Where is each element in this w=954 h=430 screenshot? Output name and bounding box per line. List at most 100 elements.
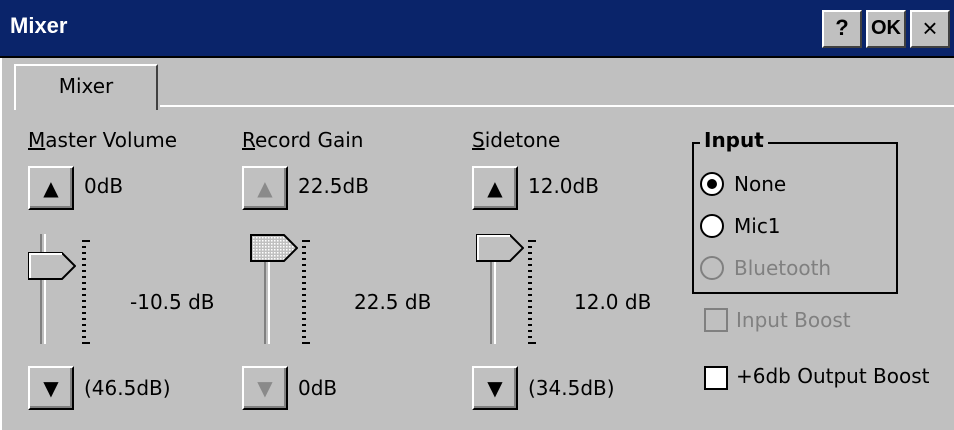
slider-tick xyxy=(528,294,532,296)
slider-tick xyxy=(302,270,306,272)
slider-tick xyxy=(302,300,306,302)
slider-tick xyxy=(528,336,532,338)
ok-button[interactable]: OK xyxy=(866,10,906,48)
slider-tick xyxy=(528,300,532,302)
triangle-up-icon: ▲ xyxy=(43,176,59,200)
slider-tick xyxy=(528,318,532,320)
radio-mic1-label: Mic1 xyxy=(734,214,781,238)
slider-tick xyxy=(82,282,86,284)
slider-tick xyxy=(82,276,86,278)
master-volume-up-button[interactable]: ▲ xyxy=(28,166,74,210)
slider-tick xyxy=(528,306,532,308)
slider-tick xyxy=(528,282,532,284)
slider-tick xyxy=(302,246,306,248)
close-button[interactable]: × xyxy=(910,10,950,48)
triangle-down-icon: ▼ xyxy=(487,376,503,400)
window-title: Mixer xyxy=(10,13,68,38)
slider-tick xyxy=(302,324,306,326)
slider-tick xyxy=(302,264,306,266)
slider-tick xyxy=(302,276,306,278)
slider-tick xyxy=(528,330,532,332)
slider-tick xyxy=(82,300,86,302)
triangle-down-icon: ▼ xyxy=(43,376,59,400)
slider-tick xyxy=(302,330,306,332)
sidetone-slider-thumb[interactable] xyxy=(476,234,524,262)
sidetone-label: Sidetone xyxy=(472,128,561,152)
slider-tick xyxy=(302,240,310,242)
slider-tick xyxy=(82,342,90,344)
record-gain-down-button[interactable]: ▼ xyxy=(242,366,288,410)
slider-tick xyxy=(528,270,532,272)
slider-tick xyxy=(302,336,306,338)
slider-tick xyxy=(82,318,86,320)
slider-tick xyxy=(302,288,306,290)
record-gain-label: Record Gain xyxy=(242,128,364,152)
input-group-title: Input xyxy=(700,128,768,152)
slider-tick xyxy=(82,324,86,326)
master-volume-ticks xyxy=(82,240,90,344)
master-volume-current: -10.5 dB xyxy=(130,290,215,314)
triangle-up-icon: ▲ xyxy=(487,176,503,200)
triangle-up-icon: ▲ xyxy=(257,176,273,200)
tab-strip-line xyxy=(160,105,954,107)
master-volume-down-button[interactable]: ▼ xyxy=(28,366,74,410)
help-button[interactable]: ? xyxy=(822,10,862,48)
slider-tick xyxy=(528,324,532,326)
window-edge xyxy=(0,58,2,430)
output-boost-label: +6db Output Boost xyxy=(736,364,930,388)
slider-tick xyxy=(528,246,532,248)
sidetone-ticks xyxy=(528,240,536,344)
slider-tick xyxy=(302,252,306,254)
master-volume-slider-thumb[interactable] xyxy=(28,252,76,280)
slider-tick xyxy=(302,294,306,296)
sidetone-max: 12.0dB xyxy=(528,174,599,198)
slider-tick xyxy=(82,306,86,308)
slider-tick xyxy=(528,240,536,242)
record-gain-slider-thumb[interactable] xyxy=(250,234,298,262)
radio-bluetooth-label: Bluetooth xyxy=(734,256,832,280)
slider-tick xyxy=(302,306,306,308)
sidetone-current: 12.0 dB xyxy=(574,290,652,314)
slider-tick xyxy=(302,258,306,260)
radio-bluetooth[interactable] xyxy=(700,256,724,280)
slider-tick xyxy=(82,330,86,332)
slider-tick xyxy=(82,246,86,248)
input-boost-checkbox[interactable] xyxy=(704,308,728,332)
slider-tick xyxy=(82,288,86,290)
slider-tick xyxy=(82,270,86,272)
radio-none[interactable] xyxy=(700,172,724,196)
master-volume-slider-track[interactable] xyxy=(40,234,46,344)
master-volume-min: (46.5dB) xyxy=(84,376,171,400)
slider-tick xyxy=(82,294,86,296)
slider-tick xyxy=(82,252,86,254)
record-gain-ticks xyxy=(302,240,310,344)
slider-tick xyxy=(528,258,532,260)
slider-tick xyxy=(528,342,536,344)
input-boost-label: Input Boost xyxy=(736,308,851,332)
master-volume-label: Master Volume xyxy=(28,128,178,152)
record-gain-current: 22.5 dB xyxy=(354,290,432,314)
slider-tick xyxy=(302,318,306,320)
slider-tick xyxy=(302,312,306,314)
slider-tick xyxy=(82,240,90,242)
record-gain-max: 22.5dB xyxy=(298,174,369,198)
record-gain-up-button[interactable]: ▲ xyxy=(242,166,288,210)
sidetone-min: (34.5dB) xyxy=(528,376,615,400)
master-volume-max: 0dB xyxy=(84,174,124,198)
record-gain-min: 0dB xyxy=(298,376,338,400)
sidetone-down-button[interactable]: ▼ xyxy=(472,366,518,410)
slider-tick xyxy=(528,276,532,278)
sidetone-up-button[interactable]: ▲ xyxy=(472,166,518,210)
output-boost-checkbox[interactable] xyxy=(704,366,728,390)
slider-tick xyxy=(82,264,86,266)
slider-tick xyxy=(82,312,86,314)
slider-tick xyxy=(528,312,532,314)
radio-none-label: None xyxy=(734,172,787,196)
radio-mic1[interactable] xyxy=(700,214,724,238)
tab-mixer[interactable]: Mixer xyxy=(14,64,158,110)
slider-tick xyxy=(528,288,532,290)
slider-tick xyxy=(82,336,86,338)
triangle-down-icon: ▼ xyxy=(257,376,273,400)
slider-tick xyxy=(528,252,532,254)
slider-tick xyxy=(528,264,532,266)
